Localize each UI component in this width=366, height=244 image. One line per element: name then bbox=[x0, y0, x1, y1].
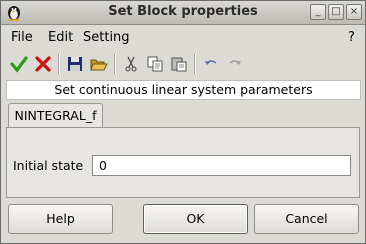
close-icon: × bbox=[349, 6, 359, 17]
redo-tool-button[interactable] bbox=[223, 52, 247, 76]
description-banner: Set continuous linear system parameters bbox=[6, 80, 361, 100]
minimize-icon: _ bbox=[315, 6, 321, 17]
cancel-button[interactable]: Cancel bbox=[254, 204, 359, 234]
menu-edit[interactable]: Edit bbox=[48, 30, 73, 45]
cancel-tool-button[interactable] bbox=[31, 52, 55, 76]
copy-tool-button[interactable] bbox=[143, 52, 167, 76]
maximize-button[interactable]: □ bbox=[328, 4, 344, 20]
toolbar bbox=[7, 51, 247, 77]
paste-icon bbox=[171, 57, 187, 72]
menu-setting[interactable]: Setting bbox=[83, 30, 130, 45]
maximize-icon: □ bbox=[331, 6, 341, 17]
close-button[interactable]: × bbox=[346, 4, 362, 20]
cut-icon bbox=[125, 56, 137, 72]
cut-tool-button[interactable] bbox=[119, 52, 143, 76]
toolbar-separator bbox=[58, 54, 60, 74]
ok-button[interactable]: OK bbox=[143, 204, 248, 234]
toolbar-separator bbox=[194, 54, 196, 74]
menu-file[interactable]: File bbox=[11, 30, 33, 45]
cancel-x-icon bbox=[35, 56, 51, 72]
save-icon bbox=[68, 57, 82, 71]
paste-tool-button[interactable] bbox=[167, 52, 191, 76]
undo-icon bbox=[205, 60, 217, 65]
toolbar-separator bbox=[114, 54, 116, 74]
help-button[interactable]: Help bbox=[8, 204, 113, 234]
menu-bar: File Edit Setting ? bbox=[1, 25, 365, 49]
menu-help[interactable]: ? bbox=[348, 30, 355, 45]
save-tool-button[interactable] bbox=[63, 52, 87, 76]
initial-state-input[interactable]: 0 bbox=[92, 155, 351, 176]
open-folder-icon bbox=[90, 59, 108, 71]
copy-icon bbox=[147, 56, 163, 72]
open-tool-button[interactable] bbox=[87, 52, 111, 76]
minimize-button[interactable]: _ bbox=[310, 4, 326, 20]
button-row: Help OK Cancel bbox=[1, 204, 365, 238]
tab-panel: Initial state 0 bbox=[6, 127, 360, 198]
title-bar[interactable]: Set Block properties _ □ × bbox=[1, 1, 365, 25]
undo-tool-button[interactable] bbox=[199, 52, 223, 76]
tab-nintegral-f[interactable]: NINTEGRAL_f bbox=[8, 103, 103, 128]
redo-icon bbox=[229, 60, 241, 65]
dialog-window: Set Block properties _ □ × File Edit Set… bbox=[0, 0, 366, 244]
check-icon bbox=[10, 56, 28, 73]
initial-state-label: Initial state bbox=[13, 158, 84, 173]
apply-button[interactable] bbox=[7, 52, 31, 76]
